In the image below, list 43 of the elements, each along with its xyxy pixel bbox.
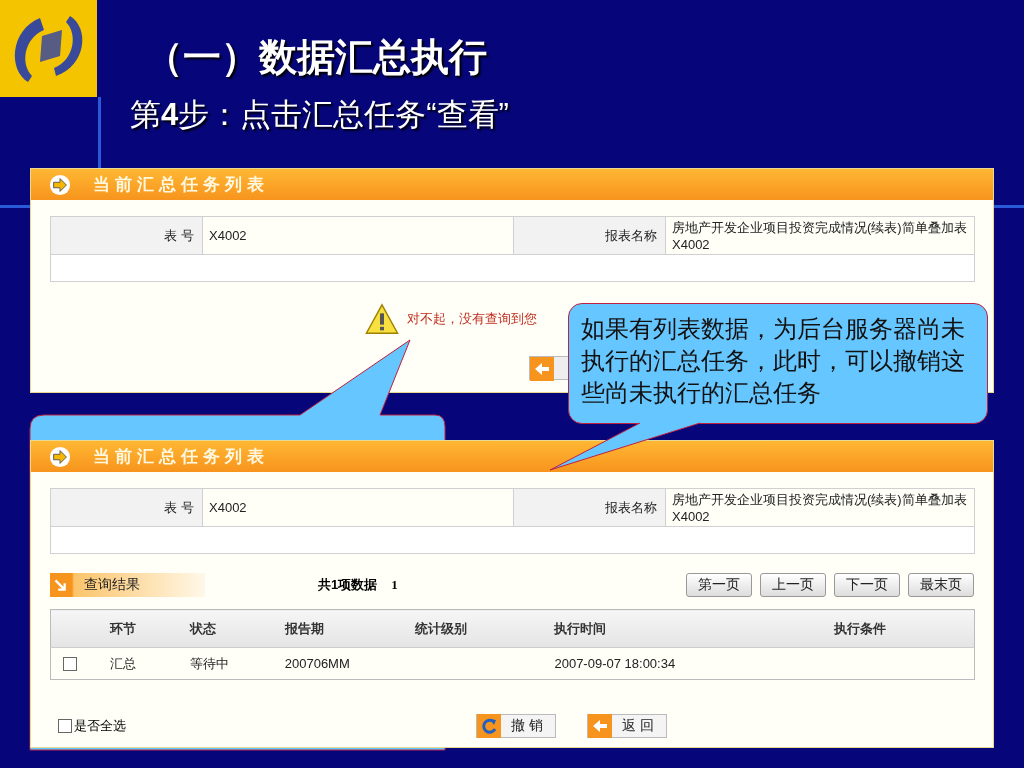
field-label: 表 号 — [50, 216, 203, 255]
arrow-circle-icon — [49, 445, 71, 468]
field-value: 房地产开发企业项目投资完成情况(续表)简单叠加表X4002 — [665, 488, 975, 527]
column-header: 执行时间 — [554, 620, 607, 636]
column-header: 状态 — [189, 620, 216, 636]
table-cell: 汇总 — [109, 655, 136, 671]
revoke-button[interactable]: 撤 销 — [476, 714, 556, 738]
checkbox-label: 是否全选 — [74, 717, 126, 735]
warning-icon — [365, 302, 399, 336]
table-cell: 200706MM — [284, 656, 350, 671]
column-header: 执行条件 — [834, 620, 887, 636]
pager-button[interactable]: 下一页 — [834, 573, 900, 597]
table-cell: 等待中 — [189, 655, 229, 671]
page-number: 1 — [391, 577, 398, 593]
column-header: 环节 — [109, 620, 136, 636]
record-count: 共1项数据 — [318, 576, 378, 594]
pager-button[interactable]: 第一页 — [686, 573, 752, 597]
arrow-left-icon — [587, 714, 612, 738]
arrow-circle-icon — [49, 173, 71, 196]
field-value: X4002 — [202, 488, 514, 527]
undo-icon — [477, 714, 501, 738]
slide-subtitle: 第4步：点击汇总任务“查看” — [130, 96, 509, 134]
arrow-left-icon — [530, 357, 554, 381]
table-cell: 2007-09-07 18:00:34 — [554, 656, 676, 671]
row-checkbox[interactable] — [63, 657, 77, 672]
panel-title: 当前汇总任务列表 — [93, 174, 269, 196]
slide-title: （一）数据汇总执行 — [145, 35, 487, 80]
field-value: X4002 — [202, 216, 514, 255]
field-label: 报表名称 — [513, 488, 666, 527]
column-header: 统计级别 — [414, 620, 467, 636]
field-label: 报表名称 — [513, 216, 666, 255]
pager-button[interactable]: 上一页 — [760, 573, 826, 597]
field-label: 表 号 — [50, 488, 203, 527]
field-value: 房地产开发企业项目投资完成情况(续表)简单叠加表X4002 — [665, 216, 975, 255]
panel-title: 当前汇总任务列表 — [93, 446, 269, 468]
back-button[interactable] — [529, 356, 569, 380]
select-all-checkbox[interactable] — [58, 719, 72, 733]
logo-icon — [0, 0, 97, 97]
pager-button[interactable]: 最末页 — [908, 573, 974, 597]
error-message: 对不起，没有查询到您 — [407, 310, 537, 328]
back-button[interactable]: 返 回 — [586, 714, 667, 738]
section-title: 查询结果 — [84, 576, 140, 594]
column-header: 报告期 — [284, 620, 324, 636]
